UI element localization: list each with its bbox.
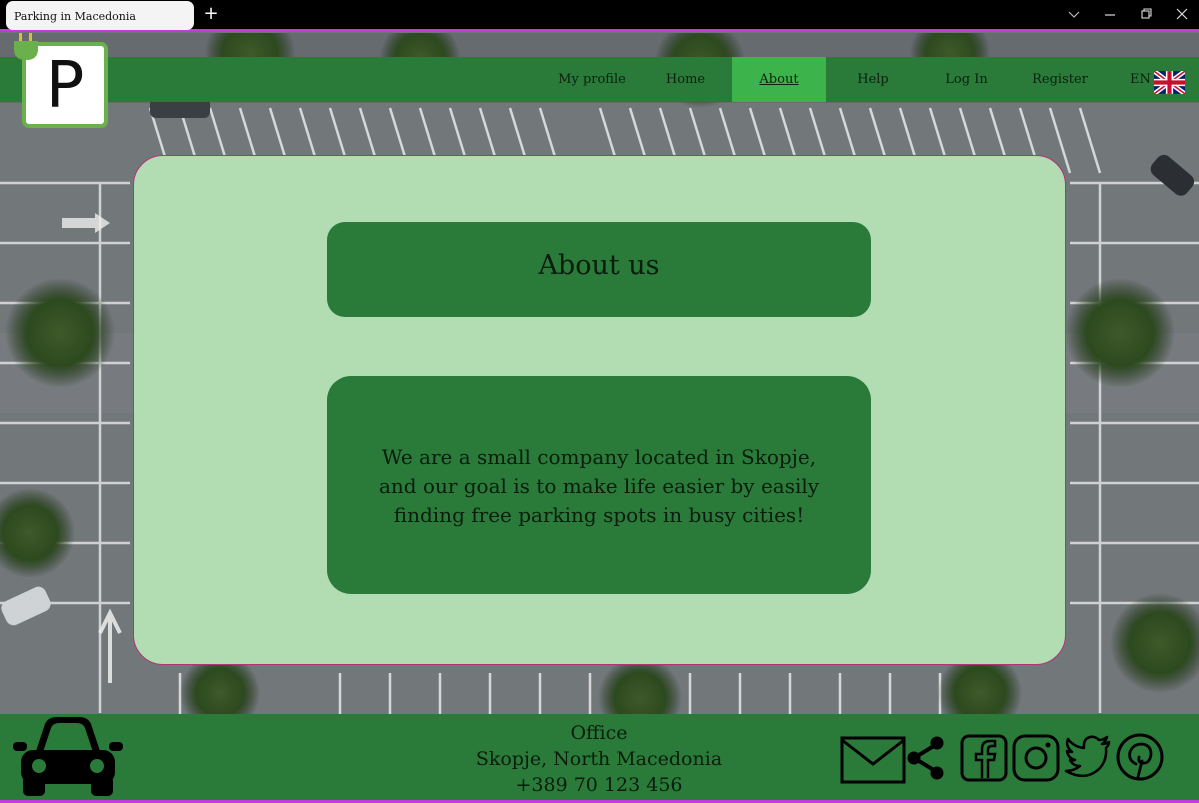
mail-icon[interactable]: [840, 736, 906, 788]
nav-about-label: About: [759, 72, 799, 87]
nav-log-in-label: Log In: [945, 72, 988, 87]
share-icon[interactable]: [906, 736, 946, 784]
restore-icon[interactable]: [1136, 4, 1156, 24]
nav-home-label: Home: [665, 72, 706, 87]
about-heading-box: About us: [327, 222, 871, 317]
chevron-down-icon[interactable]: [1064, 4, 1084, 24]
plus-icon[interactable]: +: [202, 4, 220, 24]
office-phone: +389 70 123 456: [515, 774, 683, 796]
plug-icon: [12, 33, 40, 60]
car-icon: [13, 714, 123, 802]
facebook-icon[interactable]: [960, 734, 1008, 786]
browser-tab[interactable]: Parking in Macedonia: [6, 1, 194, 30]
nav-my-profile-label: My profile: [558, 72, 626, 87]
about-text-line: We are a small company located in Skopje…: [381, 445, 817, 469]
footer: Office Skopje, North Macedonia +389 70 1…: [0, 714, 1199, 803]
instagram-icon[interactable]: [1012, 734, 1060, 786]
pinterest-icon[interactable]: [1116, 733, 1164, 785]
browser-titlebar: Parking in Macedonia +: [0, 0, 1199, 31]
office-title: Office: [570, 722, 628, 744]
about-text-line: and our goal is to make life easier by e…: [378, 474, 820, 498]
page-title: About us: [538, 250, 660, 281]
twitter-icon[interactable]: [1064, 734, 1112, 784]
uk-flag-icon: [1152, 68, 1187, 96]
nav-register[interactable]: Register: [1013, 57, 1107, 102]
nav-help[interactable]: Help: [826, 57, 920, 102]
nav-register-label: Register: [1032, 72, 1088, 87]
nav-about[interactable]: About: [732, 57, 826, 102]
minimize-icon[interactable]: [1100, 4, 1120, 24]
language-selector[interactable]: EN: [1124, 57, 1196, 102]
nav-log-in[interactable]: Log In: [920, 57, 1013, 102]
close-icon[interactable]: [1172, 4, 1192, 24]
about-text-line: finding free parking spots in busy citie…: [393, 503, 805, 527]
about-text: We are a small company located in Skopje…: [367, 443, 831, 530]
office-address: Skopje, North Macedonia: [475, 748, 723, 770]
about-text-box: We are a small company located in Skopje…: [327, 376, 871, 594]
nav-my-profile[interactable]: My profile: [545, 57, 639, 102]
language-label: EN: [1130, 72, 1151, 87]
tab-title: Parking in Macedonia: [14, 10, 136, 23]
nav-home[interactable]: Home: [639, 57, 732, 102]
nav-help-label: Help: [857, 72, 889, 87]
